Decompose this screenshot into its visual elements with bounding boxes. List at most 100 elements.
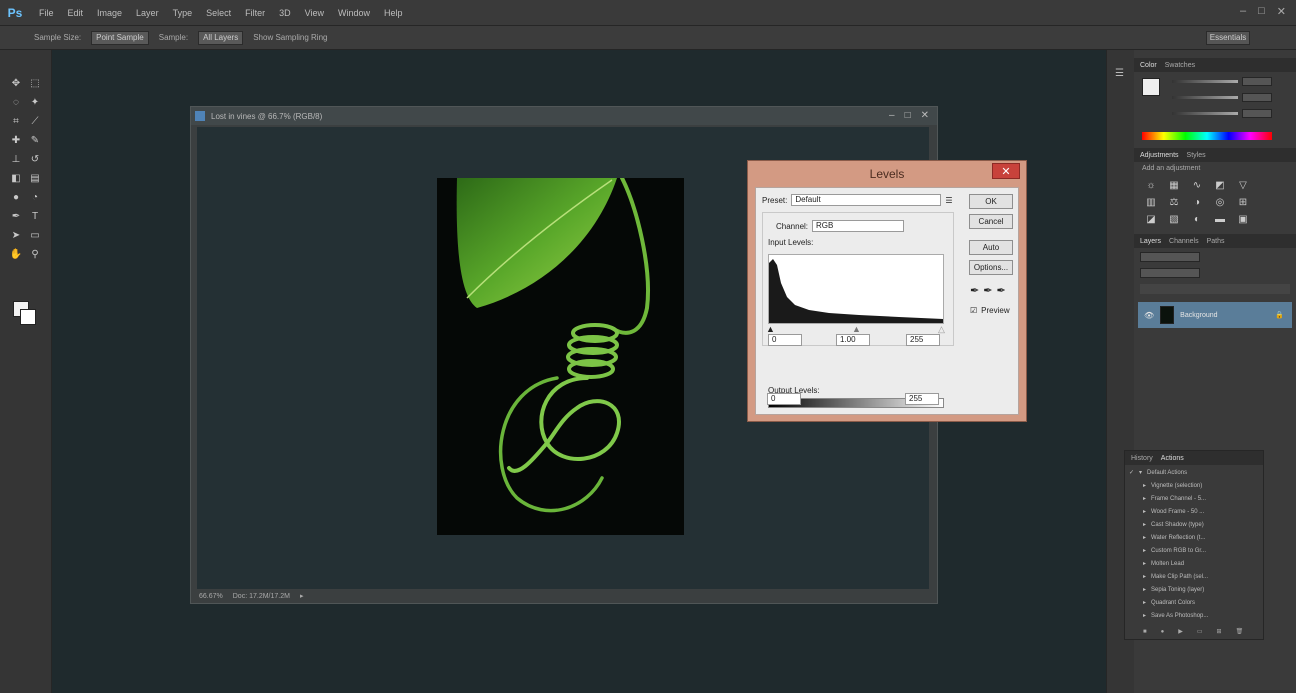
action-row[interactable]: ▸ Wood Frame - 50 ...: [1129, 506, 1261, 517]
menu-file[interactable]: File: [32, 8, 61, 18]
status-arrow-icon[interactable]: ▸: [300, 592, 304, 600]
output-black-field[interactable]: 0: [767, 393, 801, 405]
lasso-tool-icon[interactable]: ◌: [8, 95, 24, 111]
zoom-tool-icon[interactable]: ⚲: [27, 247, 43, 263]
gradient-tool-icon[interactable]: ▤: [27, 171, 43, 187]
tab-channels[interactable]: Channels: [1169, 238, 1199, 245]
gray-eyedropper-icon[interactable]: ✒: [983, 284, 992, 297]
input-black-field[interactable]: 0: [768, 334, 802, 346]
preset-menu-icon[interactable]: ☰: [945, 196, 952, 205]
clone-stamp-icon[interactable]: ⊥: [8, 152, 24, 168]
menu-layer[interactable]: Layer: [129, 8, 166, 18]
menu-select[interactable]: Select: [199, 8, 238, 18]
color-fg-swatch[interactable]: [1142, 78, 1160, 96]
show-ring-checkbox[interactable]: Show Sampling Ring: [253, 33, 327, 42]
menu-type[interactable]: Type: [166, 8, 200, 18]
tab-history[interactable]: History: [1131, 455, 1153, 462]
vibrance-icon[interactable]: ▽: [1236, 180, 1250, 191]
maximize-icon[interactable]: □: [1258, 5, 1265, 18]
tab-layers[interactable]: Layers: [1140, 238, 1161, 245]
move-tool-icon[interactable]: ✥: [8, 76, 24, 92]
preset-select[interactable]: Default: [791, 194, 942, 206]
levels-icon[interactable]: ▦: [1167, 180, 1181, 191]
trash-icon[interactable]: 🗑: [1236, 628, 1244, 635]
black-eyedropper-icon[interactable]: ✒: [970, 284, 979, 297]
photo-filter-icon[interactable]: ◎: [1213, 197, 1227, 208]
sample-select[interactable]: All Layers: [198, 30, 244, 45]
eraser-tool-icon[interactable]: ◧: [8, 171, 24, 187]
green-slider[interactable]: [1172, 92, 1290, 102]
doc-maximize-icon[interactable]: □: [905, 110, 911, 121]
hand-tool-icon[interactable]: ✋: [8, 247, 24, 263]
exposure-icon[interactable]: ◩: [1213, 180, 1227, 191]
action-row[interactable]: ▸ Quadrant Colors: [1129, 597, 1261, 608]
selective-color-icon[interactable]: ▣: [1236, 214, 1250, 225]
channel-mixer-icon[interactable]: ⊞: [1236, 197, 1250, 208]
visibility-eye-icon[interactable]: 👁: [1144, 311, 1154, 320]
magic-wand-icon[interactable]: ✦: [27, 95, 43, 111]
input-white-field[interactable]: 255: [906, 334, 940, 346]
brightness-icon[interactable]: ☼: [1144, 180, 1158, 191]
path-select-icon[interactable]: ➤: [8, 228, 24, 244]
curves-icon[interactable]: ∿: [1190, 180, 1204, 191]
layer-filter-select[interactable]: [1140, 252, 1200, 262]
sample-size-select[interactable]: Point Sample: [91, 30, 149, 45]
options-button[interactable]: Options...: [969, 260, 1013, 275]
output-white-field[interactable]: 255: [905, 393, 939, 405]
menu-help[interactable]: Help: [377, 8, 410, 18]
dodge-tool-icon[interactable]: ◔: [27, 190, 43, 206]
doc-minimize-icon[interactable]: –: [889, 110, 895, 121]
action-row[interactable]: ▸ Custom RGB to Gr...: [1129, 545, 1261, 556]
menu-filter[interactable]: Filter: [238, 8, 272, 18]
marquee-tool-icon[interactable]: ⬚: [27, 76, 43, 92]
tab-adjustments[interactable]: Adjustments: [1140, 152, 1179, 159]
action-row[interactable]: ▸ Molten Lead: [1129, 558, 1261, 569]
document-titlebar[interactable]: Lost in vines @ 66.7% (RGB/8) – □ ✕: [191, 107, 937, 125]
black-point-slider[interactable]: ▲: [766, 324, 775, 334]
workspace-switcher[interactable]: Essentials: [1206, 31, 1250, 45]
menu-window[interactable]: Window: [331, 8, 377, 18]
background-color-swatch[interactable]: [20, 309, 36, 325]
ok-button[interactable]: OK: [969, 194, 1013, 209]
menu-view[interactable]: View: [298, 8, 331, 18]
eyedropper-tool-icon[interactable]: ⟋: [27, 114, 43, 130]
brush-tool-icon[interactable]: ✎: [27, 133, 43, 149]
bw-icon[interactable]: ◑: [1190, 197, 1204, 208]
auto-button[interactable]: Auto: [969, 240, 1013, 255]
shape-tool-icon[interactable]: ▭: [27, 228, 43, 244]
crop-tool-icon[interactable]: ⌗: [8, 114, 24, 130]
menu-image[interactable]: Image: [90, 8, 129, 18]
zoom-level[interactable]: 66.67%: [199, 593, 223, 600]
collapse-panels-icon[interactable]: ☰: [1115, 68, 1124, 79]
tab-color[interactable]: Color: [1140, 62, 1157, 69]
action-row[interactable]: ▸ Cast Shadow (type): [1129, 519, 1261, 530]
hue-icon[interactable]: ▥: [1144, 197, 1158, 208]
action-row[interactable]: ▸ Vignette (selection): [1129, 480, 1261, 491]
channel-select[interactable]: RGB: [812, 220, 905, 232]
close-icon[interactable]: ✕: [1277, 5, 1286, 18]
action-row[interactable]: ▸ Water Reflection (t...: [1129, 532, 1261, 543]
layer-row-background[interactable]: 👁 Background 🔒: [1138, 302, 1292, 328]
minimize-icon[interactable]: –: [1240, 5, 1246, 18]
record-icon[interactable]: ●: [1161, 629, 1165, 635]
action-row[interactable]: ▸ Make Clip Path (sel...: [1129, 571, 1261, 582]
pen-tool-icon[interactable]: ✒: [8, 209, 24, 225]
menu-edit[interactable]: Edit: [61, 8, 91, 18]
new-set-icon[interactable]: ▭: [1197, 628, 1203, 635]
cancel-button[interactable]: Cancel: [969, 214, 1013, 229]
gradient-map-icon[interactable]: ▬: [1213, 214, 1227, 225]
blend-mode-select[interactable]: [1140, 268, 1200, 278]
gamma-slider[interactable]: ▲: [852, 324, 861, 334]
menu-3d[interactable]: 3D: [272, 8, 298, 18]
action-set-row[interactable]: ✓ ▾ Default Actions: [1129, 467, 1261, 478]
color-spectrum[interactable]: [1142, 132, 1272, 140]
action-row[interactable]: ▸ Save As Photoshop...: [1129, 610, 1261, 621]
tab-paths[interactable]: Paths: [1207, 238, 1225, 245]
type-tool-icon[interactable]: T: [27, 209, 43, 225]
new-action-icon[interactable]: ⊞: [1217, 628, 1222, 635]
stop-icon[interactable]: ■: [1143, 629, 1147, 635]
action-row[interactable]: ▸ Frame Channel - 5...: [1129, 493, 1261, 504]
input-gamma-field[interactable]: 1.00: [836, 334, 870, 346]
healing-brush-icon[interactable]: ✚: [8, 133, 24, 149]
history-brush-icon[interactable]: ↺: [27, 152, 43, 168]
